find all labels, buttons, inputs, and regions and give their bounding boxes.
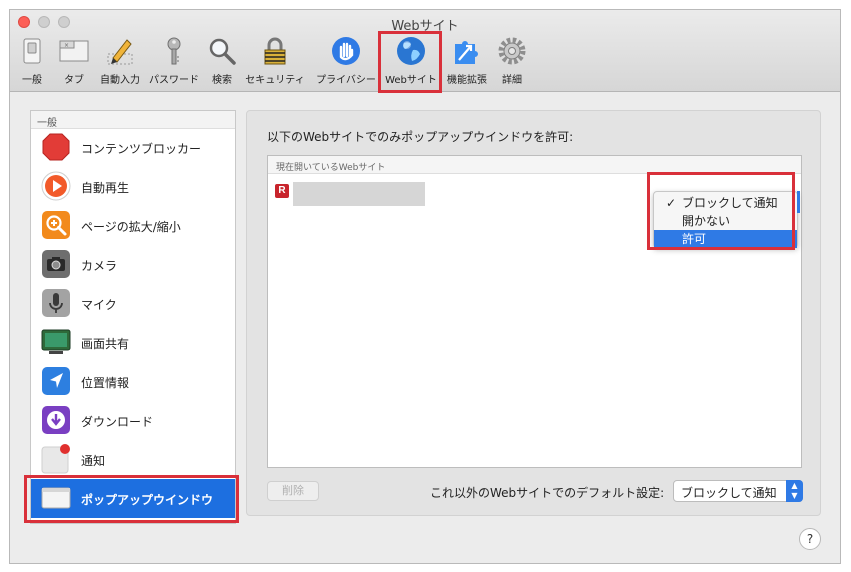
- delete-button[interactable]: 削除: [267, 481, 319, 501]
- panel-title: 以下のWebサイトでのみポップアップウインドウを許可:: [267, 130, 574, 144]
- sidebar-item-downloads[interactable]: ダウンロード: [31, 401, 235, 440]
- toolbar-highlight-box: [378, 31, 442, 93]
- download-icon: [42, 406, 70, 434]
- play-icon: [41, 171, 71, 201]
- toolbar-item-general[interactable]: 一般: [12, 36, 52, 88]
- hand-icon: [332, 37, 360, 65]
- toolbar-item-security[interactable]: セキュリティ: [242, 36, 308, 88]
- sidebar-item-autoplay[interactable]: 自動再生: [31, 167, 235, 206]
- sidebar-item-screen-sharing[interactable]: 画面共有: [31, 323, 235, 362]
- sidebar-section-header: 一般: [31, 111, 235, 129]
- toolbar-label: パスワード: [149, 75, 199, 86]
- sidebar-item-label: マイク: [81, 298, 117, 312]
- tabs-icon: ×: [59, 40, 89, 62]
- toolbar-item-tabs[interactable]: × タブ: [54, 36, 94, 88]
- notification-icon: [41, 444, 70, 474]
- default-setting-select[interactable]: ブロックして通知 ▲ ▼: [673, 480, 803, 502]
- sidebar-item-location[interactable]: 位置情報: [31, 362, 235, 401]
- sidebar-item-microphone[interactable]: マイク: [31, 284, 235, 323]
- gear-icon: [498, 37, 526, 65]
- toolbar-label: 詳細: [502, 75, 522, 86]
- sidebar-highlight-box: [24, 475, 239, 523]
- svg-text:×: ×: [64, 42, 69, 49]
- menu-highlight-box: [647, 172, 795, 250]
- lock-icon: [264, 37, 286, 65]
- default-setting-label: これ以外のWebサイトでのデフォルト設定:: [430, 486, 665, 500]
- toolbar-label: 検索: [212, 75, 232, 86]
- sidebar-item-label: ダウンロード: [81, 415, 154, 429]
- toolbar-item-passwords[interactable]: パスワード: [146, 36, 202, 88]
- sidebar-item-camera[interactable]: カメラ: [31, 245, 235, 284]
- site-favicon-icon: R: [275, 184, 289, 198]
- sidebar-item-label: 通知: [81, 454, 106, 468]
- toolbar-label: 一般: [22, 75, 42, 86]
- default-setting-value: ブロックして通知: [681, 486, 777, 500]
- pencil-icon: [107, 39, 133, 65]
- sidebar: 一般 コンテンツブロッカー 自動再生 ページの拡大/縮小 カメラ マイク 画面共…: [30, 110, 236, 524]
- toolbar-label: 自動入力: [100, 75, 140, 86]
- key-icon: [167, 37, 181, 65]
- microphone-icon: [42, 289, 70, 317]
- toolbar-label: プライバシー: [316, 75, 376, 86]
- stop-sign-icon: [42, 133, 70, 161]
- toolbar-item-advanced[interactable]: 詳細: [494, 36, 530, 88]
- toolbar-label: 機能拡張: [447, 75, 487, 86]
- sidebar-item-label: 位置情報: [81, 376, 130, 390]
- screen-share-icon: [41, 329, 71, 354]
- sidebar-item-label: コンテンツブロッカー: [81, 142, 202, 156]
- redacted-site-name: [293, 182, 425, 206]
- toolbar-item-search[interactable]: 検索: [204, 36, 240, 88]
- sidebar-item-label: ページの拡大/縮小: [81, 220, 181, 234]
- camera-icon: [42, 250, 70, 278]
- sidebar-item-notifications[interactable]: 通知: [31, 440, 235, 479]
- location-icon: [42, 367, 70, 395]
- toolbar-item-privacy[interactable]: プライバシー: [312, 36, 380, 88]
- sidebar-item-label: 画面共有: [81, 337, 130, 351]
- select-edge: [797, 191, 800, 213]
- sidebar-item-label: 自動再生: [81, 181, 130, 195]
- sidebar-item-label: カメラ: [81, 259, 118, 273]
- help-button[interactable]: ?: [799, 528, 821, 550]
- toolbar-item-autofill[interactable]: 自動入力: [96, 36, 144, 88]
- sidebar-item-content-blockers[interactable]: コンテンツブロッカー: [31, 128, 235, 167]
- toolbar-label: セキュリティ: [245, 75, 305, 86]
- puzzle-icon: [455, 41, 478, 64]
- settings-panel: 以下のWebサイトでのみポップアップウインドウを許可: 現在開いているWebサイ…: [246, 110, 821, 516]
- magnifier-icon: [209, 38, 236, 65]
- toolbar-item-extensions[interactable]: 機能拡張: [442, 36, 492, 88]
- toolbar-label: タブ: [64, 75, 84, 86]
- switch-icon: [23, 38, 41, 64]
- preferences-window: Webサイト 一般 × タブ 自動入力 パスワード 検索 セキュリティ プライバ…: [9, 9, 841, 564]
- sidebar-item-page-zoom[interactable]: ページの拡大/縮小: [31, 206, 235, 245]
- chevron-up-down-icon: ▲ ▼: [786, 480, 803, 502]
- zoom-icon: [42, 211, 70, 239]
